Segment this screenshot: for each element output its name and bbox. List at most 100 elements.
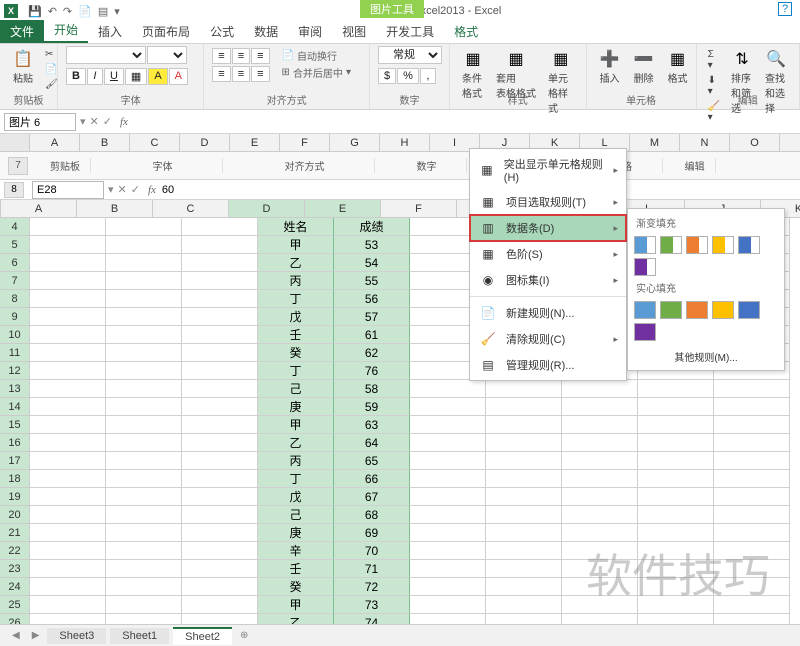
- row-header-6[interactable]: 6: [0, 254, 30, 272]
- qa-btn2-icon[interactable]: ▤: [98, 5, 108, 18]
- cell[interactable]: 58: [334, 380, 410, 398]
- help-icon[interactable]: ?: [778, 2, 792, 16]
- cell[interactable]: [30, 326, 106, 344]
- cell[interactable]: [714, 524, 790, 542]
- solid-blue[interactable]: [634, 301, 656, 319]
- cell[interactable]: [30, 344, 106, 362]
- row-header-11[interactable]: 11: [0, 344, 30, 362]
- cell[interactable]: [30, 272, 106, 290]
- cell[interactable]: [486, 560, 562, 578]
- cell[interactable]: [106, 326, 182, 344]
- cell[interactable]: [714, 596, 790, 614]
- cell[interactable]: 乙: [258, 434, 334, 452]
- col-header2-F[interactable]: F: [381, 200, 457, 217]
- cell[interactable]: 68: [334, 506, 410, 524]
- cell[interactable]: [714, 578, 790, 596]
- cell[interactable]: [182, 344, 258, 362]
- autosum-icon[interactable]: Σ ▾: [705, 48, 723, 72]
- cell[interactable]: 53: [334, 236, 410, 254]
- cell[interactable]: [562, 416, 638, 434]
- cell[interactable]: [182, 290, 258, 308]
- cell[interactable]: [562, 398, 638, 416]
- solid-purple[interactable]: [634, 323, 656, 341]
- cell[interactable]: [182, 272, 258, 290]
- cell[interactable]: 73: [334, 596, 410, 614]
- confirm2-icon[interactable]: ✓: [131, 183, 140, 196]
- row-header-9[interactable]: 9: [0, 308, 30, 326]
- cell[interactable]: [486, 470, 562, 488]
- cell[interactable]: [410, 578, 486, 596]
- cell[interactable]: [638, 434, 714, 452]
- name-box-2[interactable]: [32, 181, 104, 199]
- cell[interactable]: [638, 524, 714, 542]
- cell[interactable]: [638, 470, 714, 488]
- tab-page-layout[interactable]: 页面布局: [132, 20, 200, 43]
- cell[interactable]: [562, 506, 638, 524]
- cell[interactable]: [714, 452, 790, 470]
- cell[interactable]: 69: [334, 524, 410, 542]
- cell[interactable]: [30, 542, 106, 560]
- cell[interactable]: [562, 452, 638, 470]
- col-header-N[interactable]: N: [680, 134, 730, 151]
- cell[interactable]: [106, 380, 182, 398]
- col-header2-C[interactable]: C: [153, 200, 229, 217]
- align-bot-icon[interactable]: ≡: [251, 48, 269, 64]
- cell[interactable]: [182, 326, 258, 344]
- gradient-orange[interactable]: [712, 236, 734, 254]
- cell[interactable]: [182, 236, 258, 254]
- col-header2-D[interactable]: D: [229, 200, 305, 217]
- tab-review[interactable]: 审阅: [288, 20, 332, 43]
- cell[interactable]: [486, 380, 562, 398]
- cell[interactable]: [182, 416, 258, 434]
- cell[interactable]: [106, 416, 182, 434]
- cell[interactable]: 66: [334, 470, 410, 488]
- cell[interactable]: [106, 362, 182, 380]
- row-header-22[interactable]: 22: [0, 542, 30, 560]
- gradient-green[interactable]: [660, 236, 682, 254]
- wrap-text-button[interactable]: 📄 自动换行: [282, 48, 351, 63]
- cell[interactable]: [562, 578, 638, 596]
- cell[interactable]: 癸: [258, 578, 334, 596]
- cell[interactable]: [410, 488, 486, 506]
- cell[interactable]: [714, 506, 790, 524]
- format-button[interactable]: ▦格式: [663, 46, 693, 87]
- cell[interactable]: 54: [334, 254, 410, 272]
- tab-format[interactable]: 格式: [444, 20, 488, 43]
- cell[interactable]: [182, 398, 258, 416]
- row-header-24[interactable]: 24: [0, 578, 30, 596]
- menu-manage-rules[interactable]: ▤管理规则(R)...: [470, 352, 626, 378]
- align-top-icon[interactable]: ≡: [212, 48, 230, 64]
- delete-button[interactable]: ➖删除: [629, 46, 659, 87]
- cell[interactable]: [714, 416, 790, 434]
- cell[interactable]: 63: [334, 416, 410, 434]
- tab-formulas[interactable]: 公式: [200, 20, 244, 43]
- row-header-17[interactable]: 17: [0, 452, 30, 470]
- cell[interactable]: [562, 488, 638, 506]
- row-header-15[interactable]: 15: [0, 416, 30, 434]
- cell[interactable]: [714, 470, 790, 488]
- cell[interactable]: [30, 254, 106, 272]
- gradient-red[interactable]: [686, 236, 708, 254]
- row-header-7[interactable]: 7: [0, 272, 30, 290]
- cell[interactable]: 己: [258, 506, 334, 524]
- cell[interactable]: [562, 434, 638, 452]
- cell[interactable]: [182, 308, 258, 326]
- cell[interactable]: [106, 596, 182, 614]
- col-header2-A[interactable]: A: [1, 200, 77, 217]
- cancel2-icon[interactable]: ✕: [118, 183, 127, 196]
- cell[interactable]: 戊: [258, 488, 334, 506]
- cell[interactable]: [106, 578, 182, 596]
- cell[interactable]: [182, 578, 258, 596]
- tab-view[interactable]: 视图: [332, 20, 376, 43]
- cell[interactable]: [638, 578, 714, 596]
- cell[interactable]: [486, 416, 562, 434]
- cell[interactable]: 成绩: [334, 218, 410, 236]
- cell[interactable]: [562, 470, 638, 488]
- cell[interactable]: [182, 434, 258, 452]
- cell[interactable]: [410, 506, 486, 524]
- cell[interactable]: [30, 290, 106, 308]
- solid-orange[interactable]: [712, 301, 734, 319]
- cell[interactable]: [410, 596, 486, 614]
- cell[interactable]: 壬: [258, 560, 334, 578]
- font-size-select[interactable]: [147, 46, 187, 64]
